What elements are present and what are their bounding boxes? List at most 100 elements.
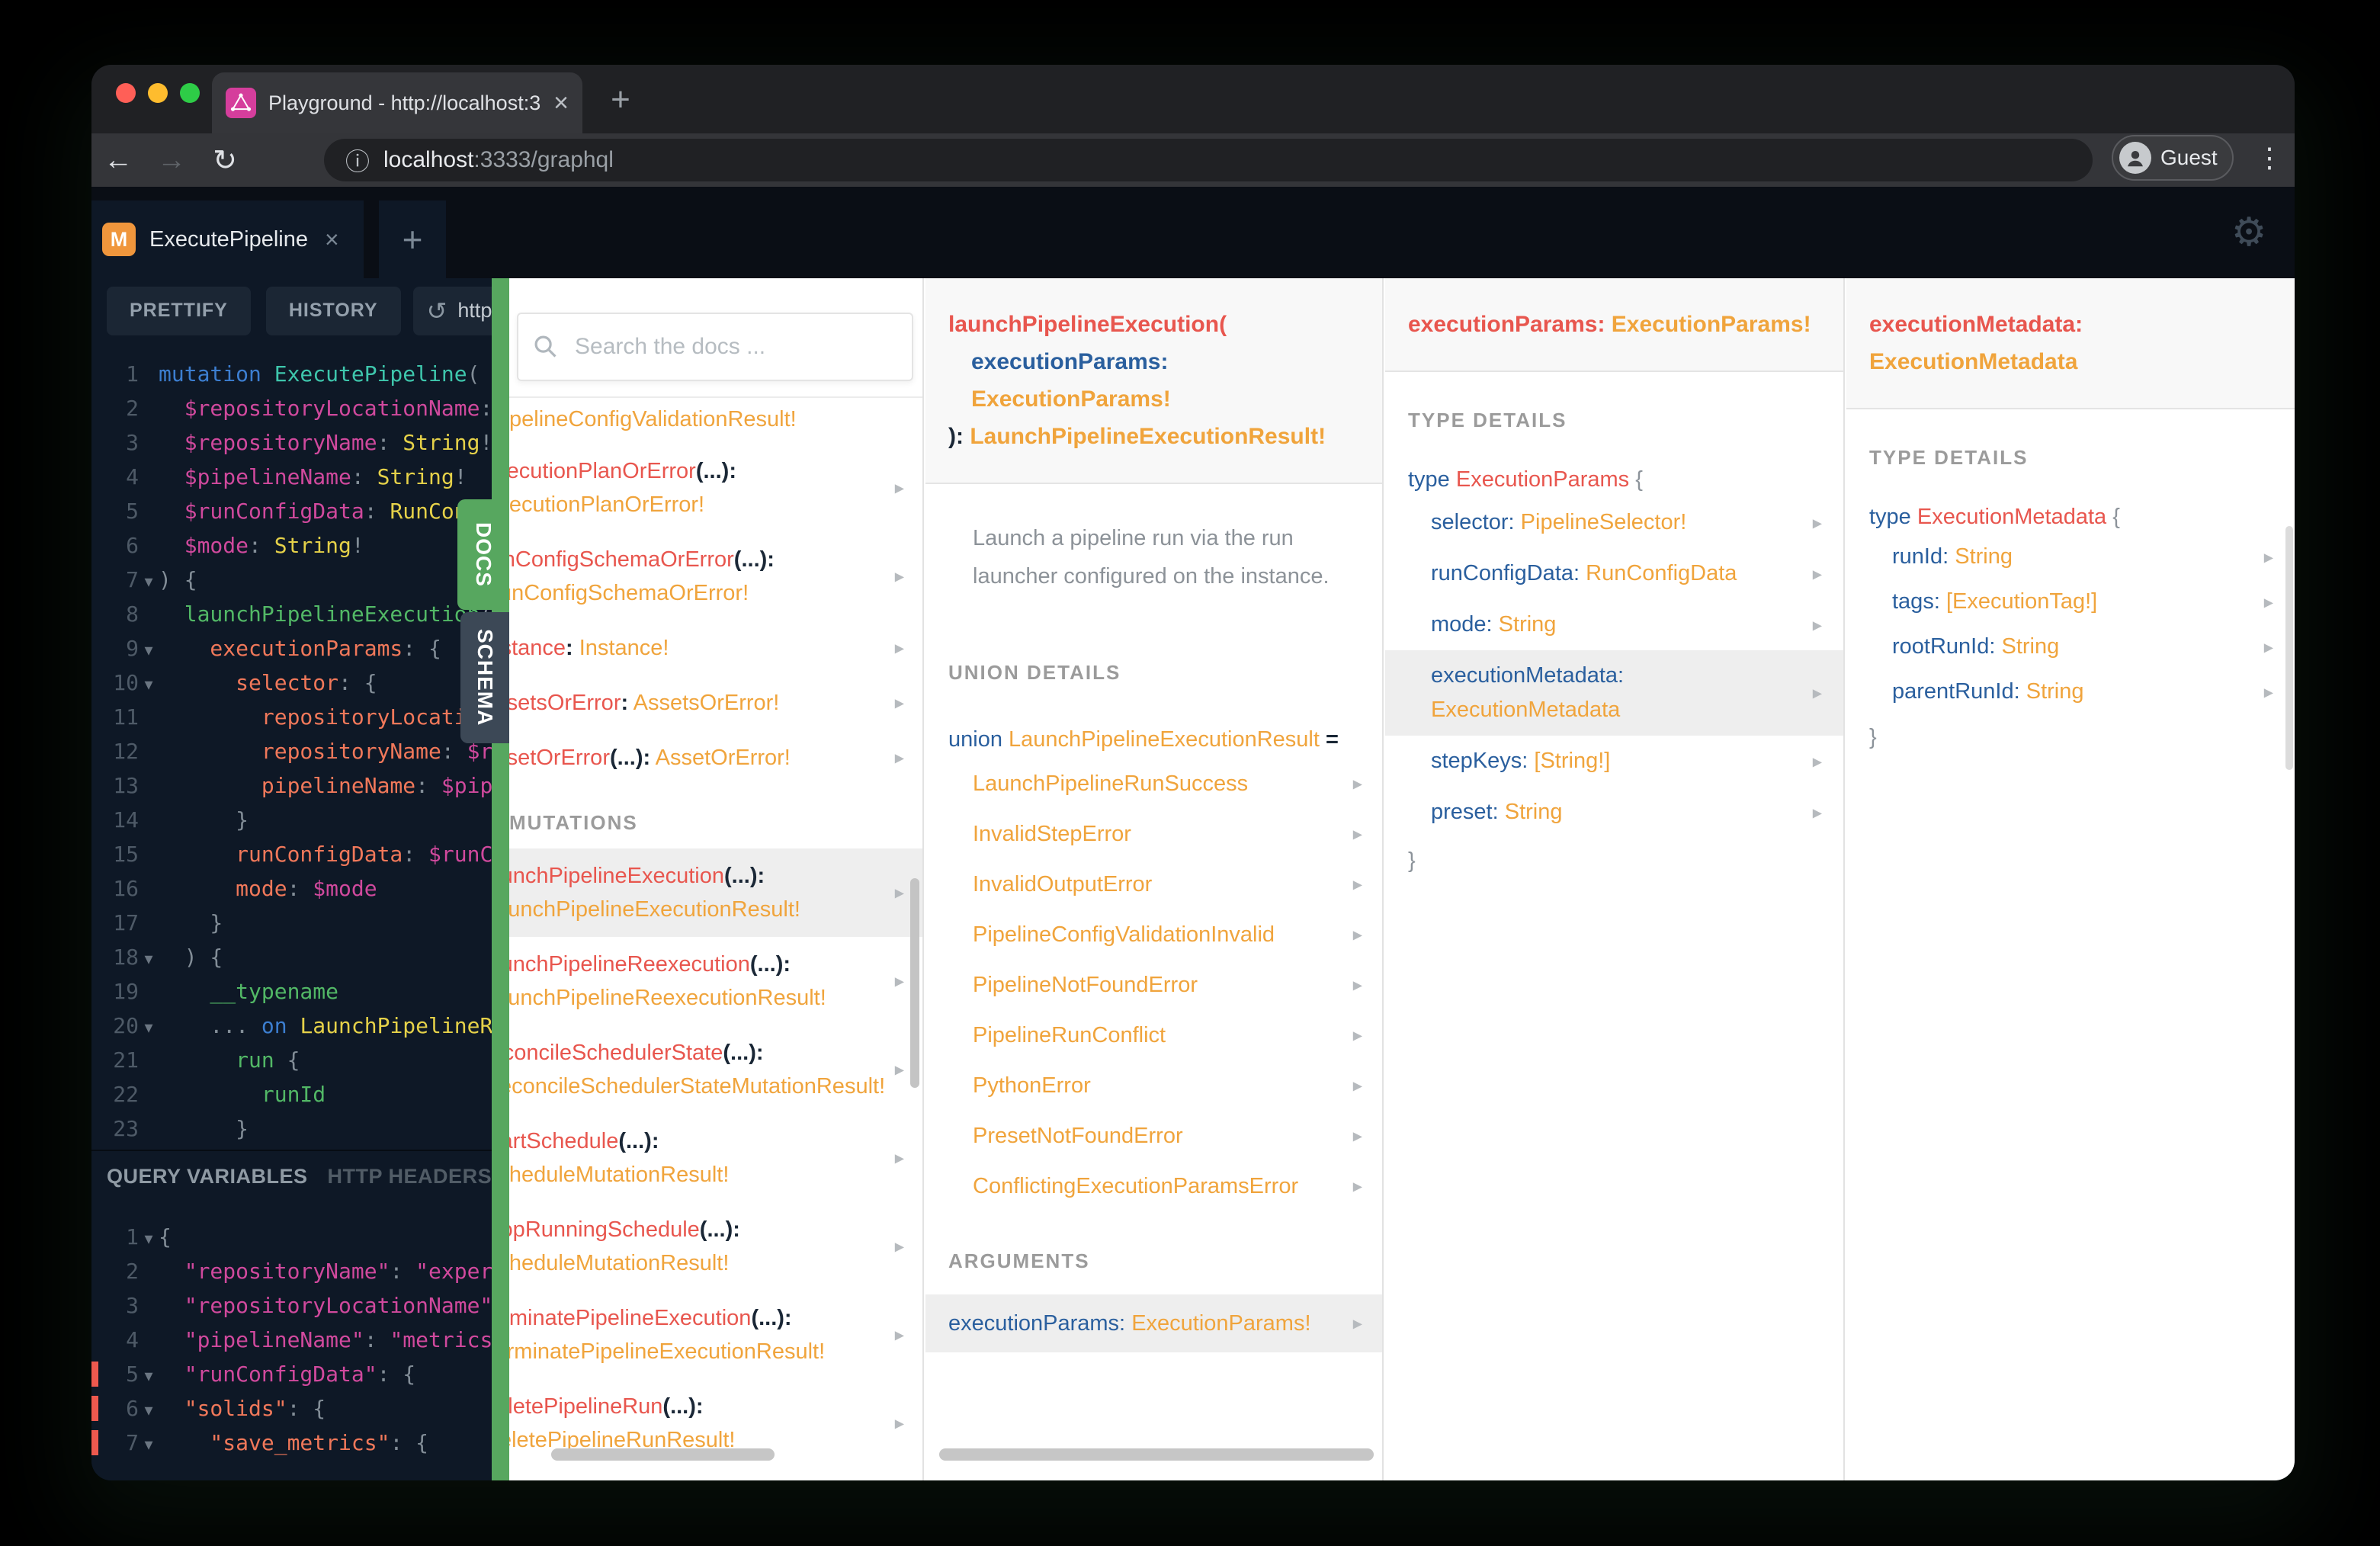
reload-icon[interactable]: ↻ xyxy=(198,143,252,178)
docs-side-tab[interactable]: DOCS xyxy=(457,499,509,610)
code-line[interactable]: 10 ▾ selector: { xyxy=(91,666,494,700)
code-line[interactable]: 16 mode: $mode xyxy=(91,871,494,906)
argument-row-selected[interactable]: executionParams: ExecutionParams! ▶ xyxy=(925,1294,1382,1352)
code-line[interactable]: 15 runConfigData: $runConfigData xyxy=(91,837,494,871)
union-member-row[interactable]: PipelineRunConflict ▶ xyxy=(925,1010,1382,1060)
docs-field-row[interactable]: assetOrError(...): AssetOrError! ▶ xyxy=(509,730,922,785)
close-window-button[interactable] xyxy=(116,83,136,103)
union-member-row[interactable]: PipelineConfigValidationInvalid ▶ xyxy=(925,909,1382,960)
new-tab-button[interactable]: + xyxy=(601,80,640,120)
forward-icon[interactable]: → xyxy=(145,144,198,177)
query-editor[interactable]: 1 mutation ExecutePipeline(2 $repositoryL… xyxy=(91,343,494,1150)
docs-field-row[interactable]: runConfigSchemaOrError(...): RunConfigSc… xyxy=(509,532,922,621)
code-line[interactable]: 17 } xyxy=(91,906,494,940)
code-line[interactable]: 11 repositoryLocationName: $repositoryLo… xyxy=(91,700,494,734)
minimize-window-button[interactable] xyxy=(148,83,168,103)
code-line[interactable]: 23 } xyxy=(91,1111,494,1146)
column2-horizontal-scrollbar[interactable] xyxy=(939,1448,1374,1461)
settings-gear-icon[interactable]: ⚙ xyxy=(2226,210,2272,255)
docs-field-row[interactable]: reconcileSchedulerState(...): ReconcileS… xyxy=(509,1025,922,1114)
address-bar[interactable]: ⓘ localhost:3333/graphql xyxy=(324,139,2093,181)
code-line[interactable]: 7 ▾) { xyxy=(91,563,494,597)
browser-tab[interactable]: Playground - http://localhost:3 × xyxy=(212,72,582,133)
type-field-row[interactable]: tags: [ExecutionTag!] ▶ xyxy=(1846,579,2295,624)
fold-caret-icon[interactable]: ▾ xyxy=(139,1358,159,1393)
profile-button[interactable]: Guest xyxy=(2112,135,2234,181)
fold-caret-icon[interactable]: ▾ xyxy=(139,633,159,667)
variables-editor[interactable]: 1 ▾{2 "repositoryName": "exper 3 "reposito… xyxy=(91,1218,494,1480)
code-line[interactable]: 2 "repositoryName": "exper xyxy=(91,1254,494,1288)
playground-tab-close-icon[interactable]: × xyxy=(325,226,339,254)
type-field-row-selected[interactable]: executionMetadata: ExecutionMetadata ▶ xyxy=(1385,650,1843,736)
prettify-button[interactable]: PRETTIFY xyxy=(107,286,251,335)
type-field-row[interactable]: runConfigData: RunConfigData ▶ xyxy=(1385,548,1843,599)
schema-side-tab[interactable]: SCHEMA xyxy=(460,612,509,743)
code-line[interactable]: 4 "pipelineName": "metrics xyxy=(91,1323,494,1357)
site-info-icon[interactable]: ⓘ xyxy=(345,143,370,178)
code-line[interactable]: 1 mutation ExecutePipeline( xyxy=(91,357,494,391)
code-line[interactable]: 22 runId xyxy=(91,1077,494,1111)
docs-field-row[interactable]: launchPipelineReexecution(...): LaunchPi… xyxy=(509,937,922,1025)
union-member-row[interactable]: PythonError ▶ xyxy=(925,1060,1382,1111)
fold-caret-icon[interactable]: ▾ xyxy=(139,941,159,976)
code-line[interactable]: 20▾ ... on LaunchPipelineRunSuccess xyxy=(91,1009,494,1043)
type-field-row[interactable]: parentRunId: String ▶ xyxy=(1846,669,2295,714)
type-field-row[interactable]: mode: String ▶ xyxy=(1385,599,1843,650)
tab-query-variables[interactable]: QUERY VARIABLES xyxy=(107,1165,308,1188)
code-line[interactable]: 3 $repositoryName: String! xyxy=(91,425,494,460)
code-line[interactable]: 14 } xyxy=(91,803,494,837)
column1-horizontal-scrollbar[interactable] xyxy=(551,1448,775,1461)
code-line[interactable]: 6 ▾ "solids": { xyxy=(91,1391,494,1426)
code-line[interactable]: 5 ▾ "runConfigData": { xyxy=(91,1357,494,1391)
playground-new-tab-button[interactable]: + xyxy=(379,200,446,278)
column1-vertical-scrollbar[interactable] xyxy=(910,878,919,1088)
code-line[interactable]: 3 "repositoryLocationName": xyxy=(91,1288,494,1323)
docs-field-row[interactable]: instance: Instance! ▶ xyxy=(509,621,922,675)
code-line[interactable]: 7 ▾ "save_metrics": { xyxy=(91,1426,494,1460)
code-line[interactable]: 12 repositoryName: $repositoryName xyxy=(91,734,494,768)
endpoint-input[interactable]: ↺ http://loc xyxy=(412,286,494,335)
code-line[interactable]: 13 pipelineName: $pipelineName xyxy=(91,768,494,803)
maximize-window-button[interactable] xyxy=(180,83,200,103)
tab-http-headers[interactable]: HTTP HEADERS xyxy=(328,1165,492,1188)
type-field-row[interactable]: stepKeys: [String!] ▶ xyxy=(1385,736,1843,787)
fold-caret-icon[interactable]: ▾ xyxy=(139,1221,159,1256)
code-line[interactable]: 9 ▾ executionParams: { xyxy=(91,631,494,666)
docs-field-row[interactable]: terminatePipelineExecution(...): Termina… xyxy=(509,1291,922,1379)
code-line[interactable]: 2 $repositoryLocationName: String! xyxy=(91,391,494,425)
docs-vertical-scrollbar[interactable] xyxy=(2285,526,2293,770)
fold-caret-icon[interactable]: ▾ xyxy=(139,564,159,598)
back-icon[interactable]: ← xyxy=(91,144,145,177)
code-line[interactable]: 5 $runConfigData: RunConfigData! xyxy=(91,494,494,528)
docs-field-row[interactable]: stopRunningSchedule(...): ScheduleMutati… xyxy=(509,1202,922,1291)
union-member-row[interactable]: InvalidOutputError ▶ xyxy=(925,859,1382,909)
union-member-row[interactable]: PipelineNotFoundError ▶ xyxy=(925,960,1382,1010)
union-member-row[interactable]: PresetNotFoundError ▶ xyxy=(925,1111,1382,1161)
docs-field-row[interactable]: assetsOrError: AssetsOrError! ▶ xyxy=(509,675,922,730)
union-member-row[interactable]: LaunchPipelineRunSuccess ▶ xyxy=(925,759,1382,809)
fold-caret-icon[interactable]: ▾ xyxy=(139,667,159,701)
code-line[interactable]: 6 $mode: String! xyxy=(91,528,494,563)
tab-close-icon[interactable]: × xyxy=(553,88,569,118)
code-line[interactable]: 18 ▾ ) { xyxy=(91,940,494,974)
playground-tab-executepipeline[interactable]: M ExecutePipeline × xyxy=(91,200,364,278)
code-line[interactable]: 8 launchPipelineExecution( xyxy=(91,597,494,631)
union-member-row[interactable]: InvalidStepError ▶ xyxy=(925,809,1382,859)
docs-field-row[interactable]: executionPlanOrError(...): ExecutionPlan… xyxy=(509,444,922,532)
history-button[interactable]: HISTORY xyxy=(265,286,401,335)
docs-field-row-selected[interactable]: launchPipelineExecution(...): LaunchPipe… xyxy=(509,848,922,937)
docs-search-input[interactable] xyxy=(517,313,913,381)
browser-menu-icon[interactable]: ⋮ xyxy=(2250,133,2289,182)
code-line[interactable]: 19 __typename xyxy=(91,974,494,1009)
fold-caret-icon[interactable]: ▾ xyxy=(139,1393,159,1427)
code-line[interactable]: 21 run { xyxy=(91,1043,494,1077)
fold-caret-icon[interactable]: ▾ xyxy=(139,1010,159,1044)
code-line[interactable]: 1 ▾{ xyxy=(91,1220,494,1254)
type-field-row[interactable]: runId: String ▶ xyxy=(1846,534,2295,579)
docs-field-row[interactable]: startSchedule(...): ScheduleMutationResu… xyxy=(509,1114,922,1202)
union-member-row[interactable]: ConflictingExecutionParamsError ▶ xyxy=(925,1161,1382,1211)
type-field-row[interactable]: selector: PipelineSelector! ▶ xyxy=(1385,497,1843,548)
fold-caret-icon[interactable]: ▾ xyxy=(139,1427,159,1461)
docs-field-row-partial[interactable]: pelineConfigValidationResult! xyxy=(509,398,922,444)
type-field-row[interactable]: rootRunId: String ▶ xyxy=(1846,624,2295,669)
